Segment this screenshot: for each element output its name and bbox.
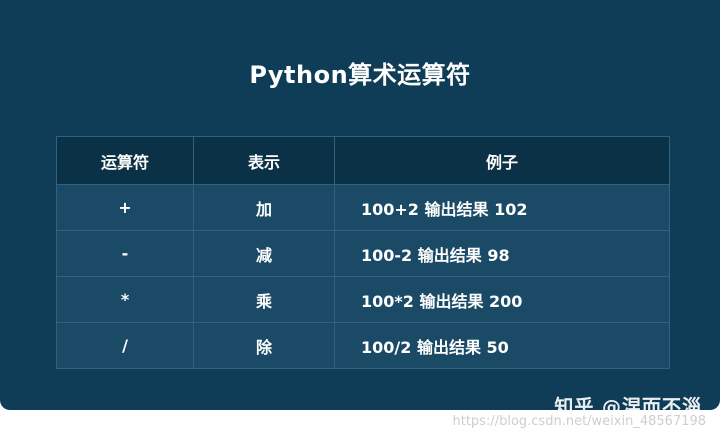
table-row: - 减 100-2 输出结果 98 <box>56 230 670 277</box>
csdn-watermark: https://blog.csdn.net/weixin_48567198 <box>452 414 706 429</box>
meaning-cell: 加 <box>193 184 335 231</box>
operator-cell: * <box>56 276 194 323</box>
example-cell: 100*2 输出结果 200 <box>334 276 670 323</box>
page-title: Python算术运算符 <box>249 61 471 89</box>
meaning-cell: 乘 <box>193 276 335 323</box>
table-row: + 加 100+2 输出结果 102 <box>56 184 670 231</box>
example-cell: 100/2 输出结果 50 <box>334 322 670 369</box>
meaning-cell: 减 <box>193 230 335 277</box>
example-cell: 100+2 输出结果 102 <box>334 184 670 231</box>
table-row: / 除 100/2 输出结果 50 <box>56 322 670 369</box>
meaning-cell: 除 <box>193 322 335 369</box>
example-cell: 100-2 输出结果 98 <box>334 230 670 277</box>
operators-table: 运算符 表示 例子 + 加 100+2 输出结果 102 - 减 100-2 输… <box>56 136 670 369</box>
header-operator: 运算符 <box>56 136 194 185</box>
slide-card: Python算术运算符 运算符 表示 例子 + 加 100+2 输出结果 102… <box>0 0 720 410</box>
table-row: * 乘 100*2 输出结果 200 <box>56 276 670 323</box>
operator-cell: - <box>56 230 194 277</box>
header-meaning: 表示 <box>193 136 335 185</box>
header-example: 例子 <box>334 136 670 185</box>
operator-cell: + <box>56 184 194 231</box>
table-header-row: 运算符 表示 例子 <box>56 136 670 185</box>
operator-cell: / <box>56 322 194 369</box>
